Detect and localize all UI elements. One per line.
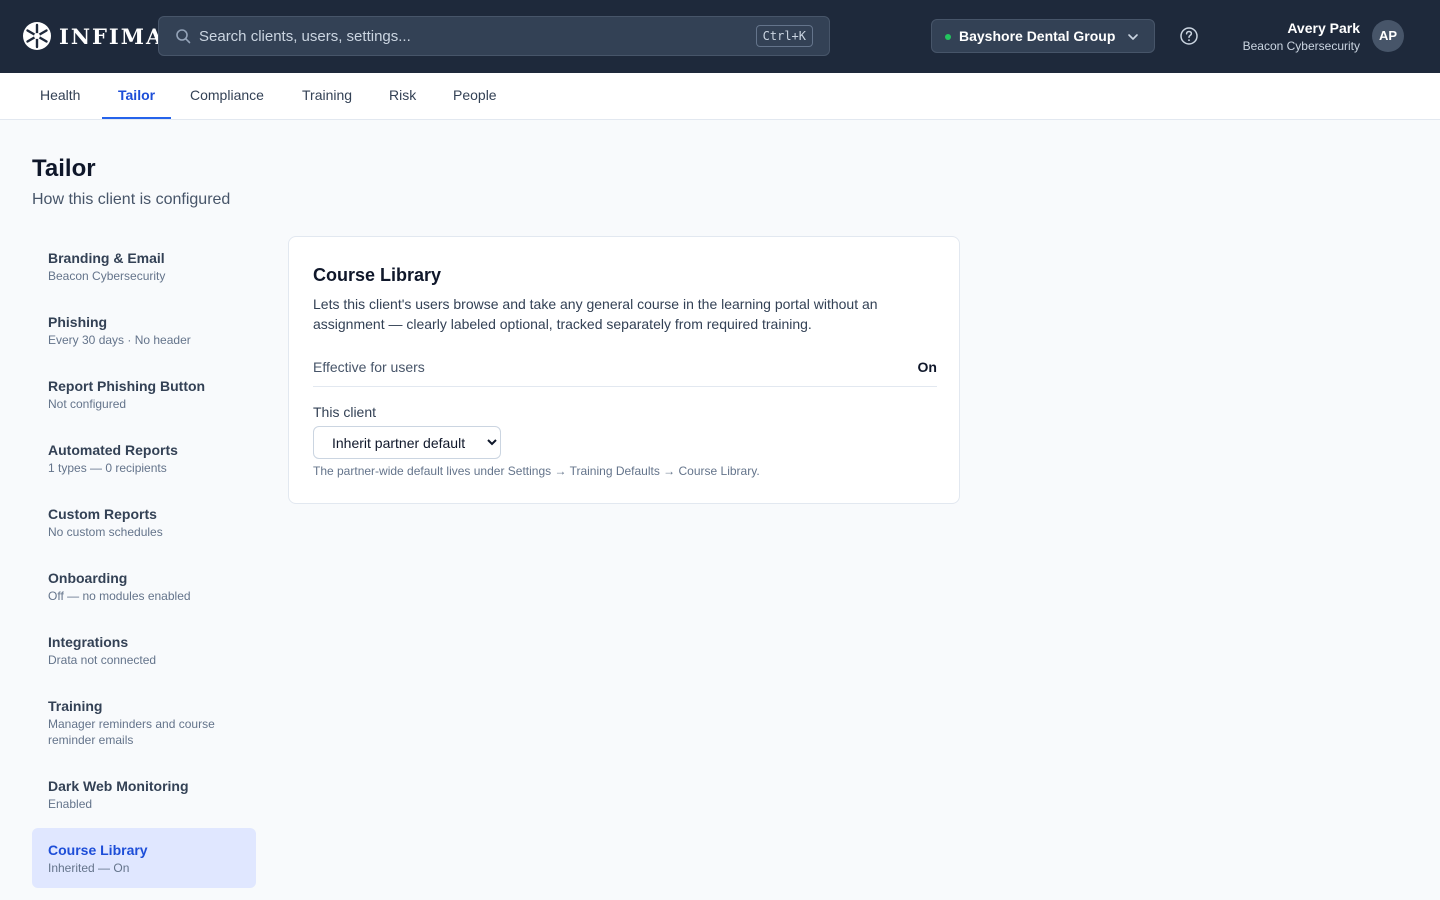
card-title: Course Library [313,265,442,285]
sidebar-item-automated-reports[interactable]: Automated Reports 1 types — 0 recipients [32,428,256,488]
sidebar-item-label: Dark Web Monitoring [48,778,189,794]
sidebar-item-sub: Drata not connected [48,653,157,667]
sidebar-item-onboarding[interactable]: Onboarding Off — no modules enabled [32,556,256,616]
snowflake-logo-icon [23,22,51,50]
client-status-dot [945,34,951,40]
brand-logo[interactable]: INFIMA [22,20,164,52]
effective-label: Effective for users [313,359,425,375]
sidebar-item-label: Branding & Email [48,250,165,266]
course-library-card: Course Library Lets this client's users … [288,236,960,504]
client-setting-label: This client [313,404,377,420]
sidebar-item-sub: Every 30 days · No header [48,333,191,347]
sidebar-item-branding-email[interactable]: Branding & Email Beacon Cybersecurity [32,236,256,296]
tab-tailor[interactable]: Tailor [102,73,172,119]
sidebar-item-sub: 1 types — 0 recipients [48,461,167,475]
sidebar-item-sub: Manager reminders and course reminder em… [48,717,215,747]
section-tabs: Health Tailor Compliance Training Risk P… [0,73,1440,120]
tab-health[interactable]: Health [24,73,96,119]
card-description: Lets this client's users browse and take… [313,296,878,332]
effective-setting-row: Effective for users On [313,355,937,387]
sidebar-item-label: Integrations [48,634,129,650]
sidebar-item-dark-web-monitoring[interactable]: Dark Web Monitoring Enabled [32,764,256,824]
search-input[interactable] [199,17,779,55]
sidebar-item-label: Onboarding [48,570,128,586]
client-switcher[interactable]: Bayshore Dental Group [931,19,1155,53]
search-shortcut-badge: Ctrl+K [755,25,813,47]
page-subtitle: How this client is configured [32,191,231,208]
top-bar: INFIMA Ctrl+K Bayshore Dental Group Aver… [0,0,1440,73]
sidebar-item-label: Custom Reports [48,506,157,522]
tab-risk[interactable]: Risk [373,73,432,119]
avatar[interactable]: AP [1372,20,1404,52]
tab-training[interactable]: Training [286,73,368,119]
sidebar-item-custom-reports[interactable]: Custom Reports No custom schedules [32,492,256,552]
help-circle-icon[interactable] [1179,26,1199,46]
sidebar-item-integrations[interactable]: Integrations Drata not connected [32,620,256,680]
tab-people[interactable]: People [437,73,513,119]
sidebar-item-sub: No custom schedules [48,525,163,539]
sidebar-item-label: Training [48,698,103,714]
sidebar-item-sub: Enabled [48,797,93,811]
effective-value: On [917,359,937,375]
sidebar-item-sub: Not configured [48,397,127,411]
sidebar-item-sub: Inherited — On [48,861,130,875]
client-setting-select[interactable]: Inherit partner default [313,426,501,459]
sidebar-item-sub: Beacon Cybersecurity [48,269,166,283]
user-org: Beacon Cybersecurity [1242,39,1360,53]
page-title: Tailor [32,155,96,182]
sidebar-item-course-library[interactable]: Course Library Inherited — On [32,828,256,888]
sidebar-item-label: Course Library [48,842,148,858]
tab-compliance[interactable]: Compliance [174,73,280,119]
global-search[interactable]: Ctrl+K [158,16,830,56]
sidebar-item-phishing[interactable]: Phishing Every 30 days · No header [32,300,256,360]
brand-name: INFIMA [59,23,165,49]
chevron-down-icon [1128,34,1138,40]
sidebar-item-label: Phishing [48,314,108,330]
sidebar-item-label: Automated Reports [48,442,178,458]
user-name: Avery Park [1287,20,1360,36]
sidebar-item-label: Report Phishing Button [48,378,206,394]
sidebar-item-sub: Off — no modules enabled [48,589,191,603]
sidebar-item-training[interactable]: Training Manager reminders and course re… [32,684,256,760]
sidebar-item-report-phishing-button[interactable]: Report Phishing Button Not configured [32,364,256,424]
client-switcher-label: Bayshore Dental Group [959,28,1116,44]
partner-default-hint: The partner-wide default lives under Set… [313,464,760,478]
search-icon [176,29,191,44]
